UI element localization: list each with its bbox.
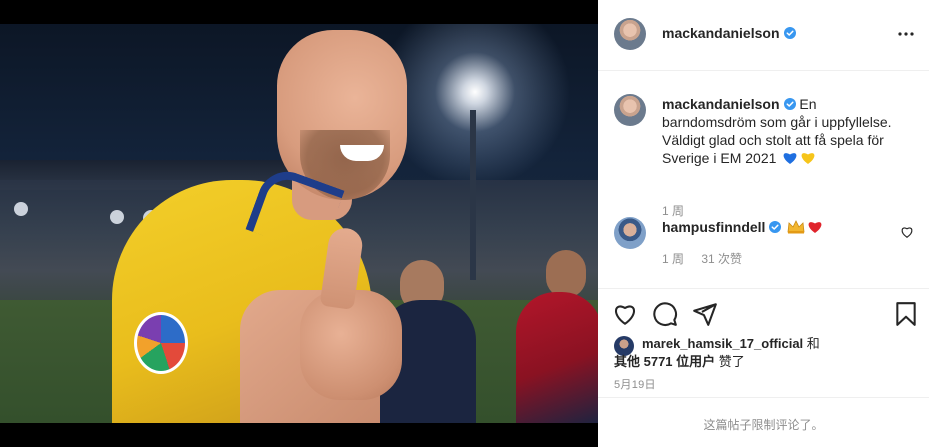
post-photo[interactable] xyxy=(0,0,598,447)
post-side-panel: mackandanielson mackandanielson En barnd… xyxy=(598,0,929,447)
floodlight-pole xyxy=(470,110,476,280)
yellow-heart-icon xyxy=(801,153,815,164)
comments-section: mackandanielson En barndomsdröm som går … xyxy=(598,72,929,288)
author-avatar[interactable] xyxy=(614,18,646,50)
likes-others-count[interactable]: 其他 5771 位用户 xyxy=(614,354,715,369)
comment-icon[interactable] xyxy=(652,301,678,327)
likes-suffix: 赞了 xyxy=(715,354,745,369)
commenter-username[interactable]: hampusfinndell xyxy=(662,219,765,235)
comment-time[interactable]: 1 周 xyxy=(662,252,684,266)
author-username[interactable]: mackandanielson xyxy=(662,25,796,41)
commenter-avatar[interactable] xyxy=(614,217,646,249)
post-header: mackandanielson xyxy=(598,0,929,71)
comments-limited-notice: 这篇帖子限制评论了。 xyxy=(703,418,824,432)
likes-line-2: 其他 5771 位用户 赞了 xyxy=(614,353,745,371)
verified-badge-icon xyxy=(769,221,782,233)
share-icon[interactable] xyxy=(692,301,718,327)
comment-likes[interactable]: 31 次赞 xyxy=(701,252,742,266)
comment-line: hampusfinndell xyxy=(662,218,823,236)
comment-meta: 1 周 31 次赞 xyxy=(662,250,756,267)
verified-badge-icon xyxy=(783,27,796,39)
blue-heart-icon xyxy=(783,153,797,164)
photo-letterbox-top xyxy=(0,0,598,24)
red-heart-icon xyxy=(808,222,822,233)
euro-2020-sleeve-badge xyxy=(134,312,188,374)
background-player xyxy=(510,250,598,423)
verified-badge-icon xyxy=(783,98,796,110)
like-heart-icon[interactable] xyxy=(612,301,638,327)
caption-author-avatar[interactable] xyxy=(614,94,646,126)
instagram-post-modal: mackandanielson mackandanielson En barnd… xyxy=(0,0,929,447)
stadium-light xyxy=(110,210,124,224)
likes-line-1: marek_hamsik_17_official 和 xyxy=(642,335,820,353)
author-username-text[interactable]: mackandanielson xyxy=(662,25,780,41)
caption-text-block: mackandanielson En barndomsdröm som går … xyxy=(662,95,912,167)
stadium-light xyxy=(14,202,28,216)
likes-conjunction: 和 xyxy=(803,336,820,351)
caption-author-username[interactable]: mackandanielson xyxy=(662,96,780,112)
more-horizontal-icon[interactable] xyxy=(897,24,915,44)
bookmark-icon[interactable] xyxy=(893,301,919,327)
post-date[interactable]: 5月19日 xyxy=(614,376,656,392)
caption-time[interactable]: 1 周 xyxy=(662,202,684,219)
comments-footer: 这篇帖子限制评论了。 xyxy=(598,397,929,447)
photo-letterbox-bottom xyxy=(0,423,598,447)
crown-icon xyxy=(787,220,805,234)
first-liker-username[interactable]: marek_hamsik_17_official xyxy=(642,336,803,351)
comment-like-heart-icon[interactable] xyxy=(900,225,914,239)
